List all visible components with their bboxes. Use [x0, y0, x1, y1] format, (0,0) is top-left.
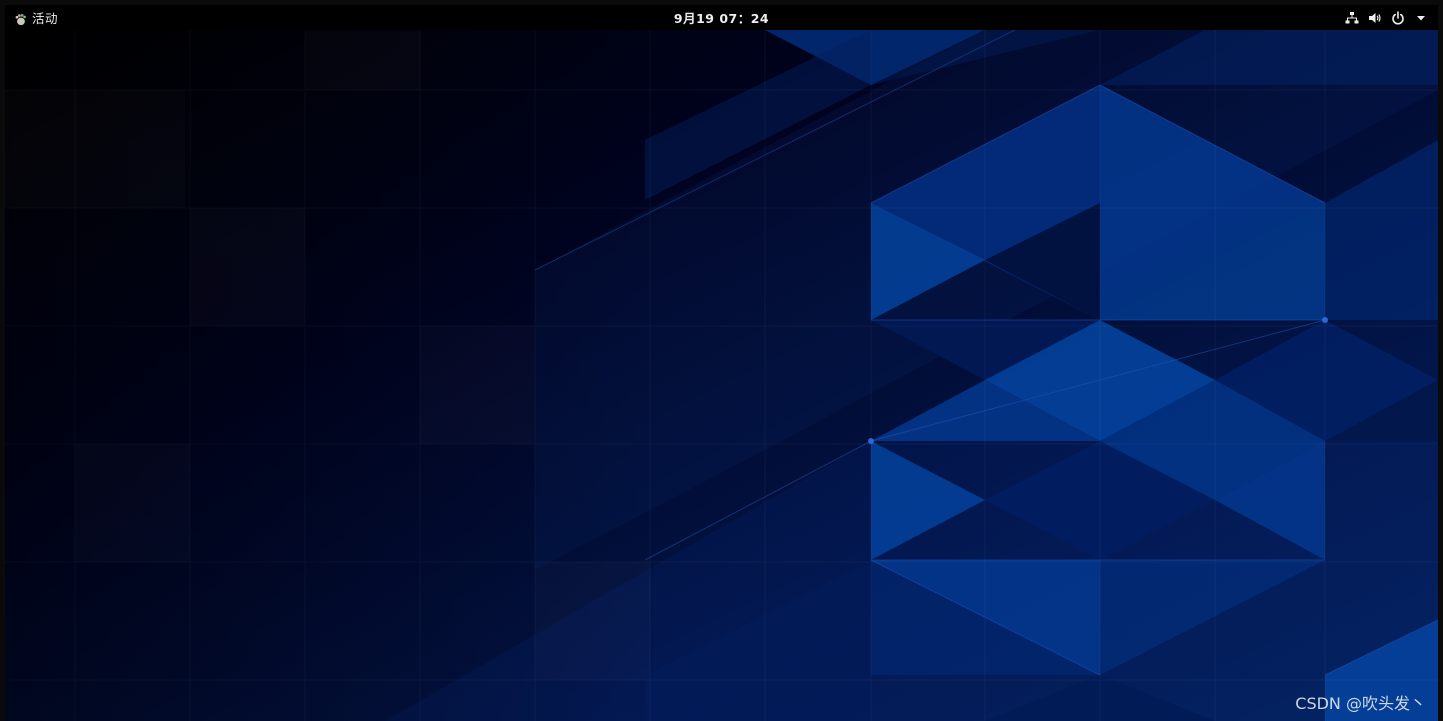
gnome-desktop: 活动 9月19 07：24 CSDN @吹头发丶 — [5, 5, 1438, 721]
monitor-bezel: 活动 9月19 07：24 CSDN @吹头发丶 — [0, 0, 1443, 721]
chevron-down-icon — [1414, 11, 1428, 25]
watermark-text: CSDN @吹头发丶 — [1295, 694, 1426, 713]
volume-icon — [1368, 11, 1382, 25]
top-panel: 活动 9月19 07：24 — [5, 5, 1438, 30]
clock-button[interactable]: 9月19 07：24 — [5, 5, 1438, 30]
desktop-background[interactable] — [5, 30, 1438, 721]
system-status-menu[interactable] — [1345, 5, 1428, 30]
clock-label: 9月19 07：24 — [673, 11, 770, 26]
wallpaper-pattern — [5, 30, 1438, 721]
power-icon — [1391, 10, 1405, 25]
network-wired-icon — [1345, 11, 1359, 25]
